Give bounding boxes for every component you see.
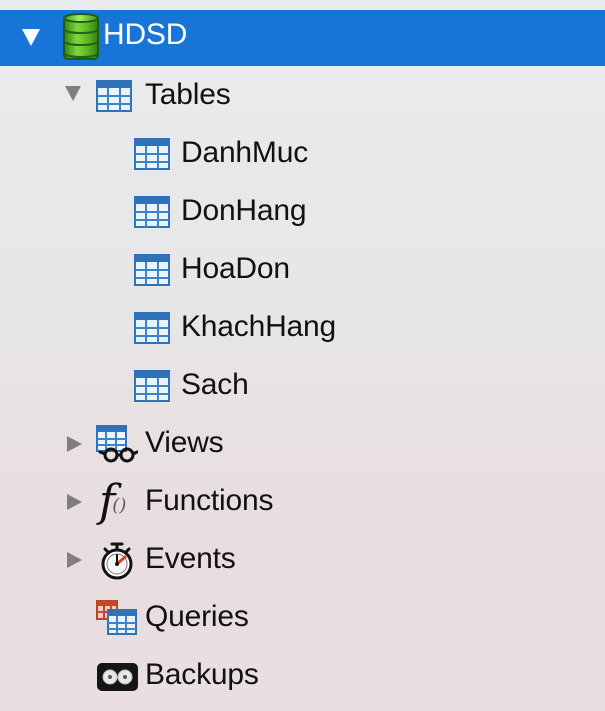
tables-label: Tables xyxy=(145,78,231,111)
functions-label: Functions xyxy=(145,484,274,517)
tree-group-functions[interactable]: f() Functions xyxy=(0,476,605,528)
table-icon xyxy=(134,312,170,344)
tree-root-label: HDSD xyxy=(103,18,188,51)
table-row-sach[interactable]: Sach xyxy=(0,360,605,412)
views-icon xyxy=(96,425,138,463)
table-label: Sach xyxy=(181,368,249,401)
functions-icon: f() xyxy=(99,476,127,527)
tree-item-queries[interactable]: Queries xyxy=(0,592,605,644)
backups-label: Backups xyxy=(145,658,259,691)
collapse-disclosure-icon[interactable] xyxy=(22,29,40,46)
queries-label: Queries xyxy=(145,600,249,633)
database-icon xyxy=(63,13,99,60)
table-icon xyxy=(134,370,170,402)
events-label: Events xyxy=(145,542,236,575)
table-label: KhachHang xyxy=(181,310,336,343)
table-icon xyxy=(96,80,132,112)
table-row-khachhang[interactable]: KhachHang xyxy=(0,302,605,354)
table-label: DonHang xyxy=(181,194,307,227)
expanded-disclosure-icon[interactable] xyxy=(65,86,81,101)
tree-root-hdsd[interactable]: HDSD xyxy=(0,10,605,66)
tree-group-views[interactable]: Views xyxy=(0,418,605,470)
table-label: DanhMuc xyxy=(181,136,308,169)
tree-group-events[interactable]: Events xyxy=(0,534,605,586)
views-label: Views xyxy=(145,426,224,459)
table-row-donhang[interactable]: DonHang xyxy=(0,186,605,238)
collapsed-disclosure-icon[interactable] xyxy=(67,436,82,452)
tree-item-backups[interactable]: Backups xyxy=(0,650,605,702)
tree-group-tables[interactable]: Tables xyxy=(0,70,605,122)
table-label: HoaDon xyxy=(181,252,290,285)
queries-icon xyxy=(96,600,137,635)
backups-icon xyxy=(97,663,138,691)
database-tree: HDSD Tables DanhMuc DonHang HoaDon Khach… xyxy=(0,0,605,711)
table-icon xyxy=(134,196,170,228)
table-row-danhmuc[interactable]: DanhMuc xyxy=(0,128,605,180)
table-icon xyxy=(134,254,170,286)
stopwatch-icon xyxy=(101,542,133,580)
collapsed-disclosure-icon[interactable] xyxy=(67,494,82,510)
table-icon xyxy=(134,138,170,170)
collapsed-disclosure-icon[interactable] xyxy=(67,552,82,568)
table-row-hoadon[interactable]: HoaDon xyxy=(0,244,605,296)
